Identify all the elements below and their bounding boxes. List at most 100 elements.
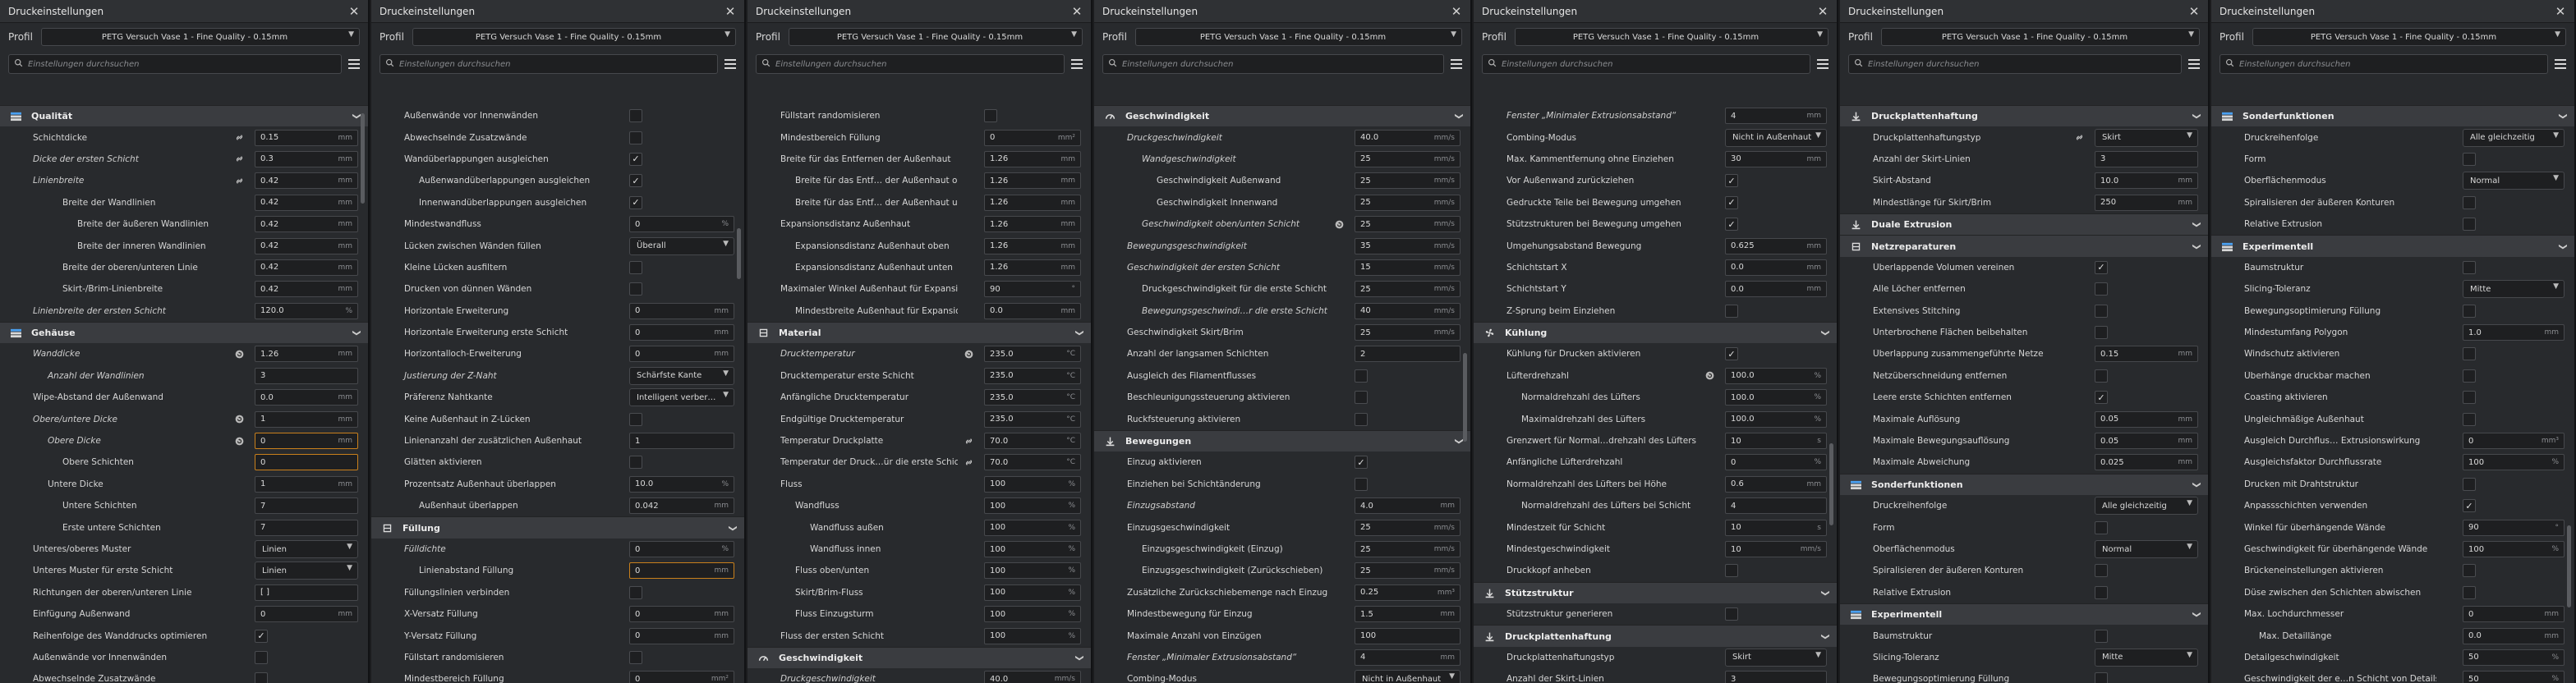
setting-value-field[interactable]: 0 mm bbox=[629, 606, 734, 623]
category-header[interactable]: Sonderfunktionen ❮ bbox=[2211, 105, 2574, 127]
setting-value-field[interactable]: 1.26 mm bbox=[984, 259, 1081, 276]
checkbox-unchecked[interactable] bbox=[2095, 369, 2108, 383]
checkbox-unchecked[interactable] bbox=[2095, 282, 2108, 296]
setting-value-field[interactable]: 100% bbox=[2463, 541, 2564, 557]
checkbox-unchecked[interactable] bbox=[2463, 218, 2476, 231]
setting-value-field[interactable]: 100 bbox=[1355, 627, 1460, 644]
category-header[interactable]: Stützstruktur ❮ bbox=[1474, 581, 1837, 603]
setting-value-field[interactable]: 25 mm/s bbox=[1355, 281, 1460, 298]
checkbox-unchecked[interactable] bbox=[2095, 672, 2108, 683]
profile-dropdown[interactable]: PETG Versuch Vase 1 - Fine Quality - 0.1… bbox=[1514, 28, 1828, 46]
setting-value-field[interactable]: 0.42 mm bbox=[255, 216, 358, 233]
category-header[interactable]: Druckplattenhaftung ❮ bbox=[1840, 105, 2208, 127]
checkbox-unchecked[interactable] bbox=[629, 412, 642, 426]
setting-value-field[interactable]: 10 s bbox=[1725, 433, 1827, 450]
setting-value-field[interactable]: 0 mm³ bbox=[2463, 433, 2564, 450]
setting-value-field[interactable]: 100.0% bbox=[1725, 410, 1827, 428]
setting-value-field[interactable]: 25 mm/s bbox=[1355, 194, 1460, 211]
setting-value-field[interactable]: 7 bbox=[255, 519, 358, 536]
scrollbar-thumb[interactable] bbox=[1463, 353, 1467, 442]
setting-value-field[interactable]: 90 ° bbox=[2463, 519, 2564, 536]
setting-value-field[interactable]: 90 ° bbox=[984, 281, 1081, 298]
close-icon[interactable]: ✕ bbox=[2555, 4, 2566, 19]
checkbox-unchecked[interactable] bbox=[2463, 347, 2476, 361]
checkbox-unchecked[interactable] bbox=[1725, 607, 1738, 621]
checkbox-unchecked[interactable] bbox=[1355, 391, 1368, 405]
setting-value-field[interactable]: 25 mm/s bbox=[1355, 216, 1460, 233]
settings-search-input[interactable]: Einstellungen durchsuchen bbox=[2220, 54, 2548, 74]
setting-value-field[interactable]: 1 mm bbox=[255, 475, 358, 493]
setting-value-field[interactable]: 0 mm² bbox=[984, 129, 1081, 146]
checkbox-checked[interactable]: ✓ bbox=[1725, 174, 1738, 188]
setting-value-field[interactable]: 100% bbox=[984, 519, 1081, 536]
category-header[interactable]: Druckplattenhaftung ❮ bbox=[1474, 625, 1837, 647]
scrollbar-thumb[interactable] bbox=[2567, 525, 2571, 607]
setting-value-field[interactable]: 100.0% bbox=[1725, 367, 1827, 384]
checkbox-unchecked[interactable] bbox=[2095, 304, 2108, 318]
setting-value-field[interactable]: 0% bbox=[1725, 454, 1827, 471]
setting-value-field[interactable]: 0.0 mm bbox=[1725, 281, 1827, 298]
category-header[interactable]: Gehäuse ❮ bbox=[0, 321, 368, 344]
setting-value-field[interactable]: 100.0% bbox=[1725, 389, 1827, 406]
setting-value-field[interactable]: 0 mm bbox=[255, 433, 358, 450]
scrollbar-thumb[interactable] bbox=[361, 113, 365, 204]
setting-value-field[interactable]: 100% bbox=[984, 584, 1081, 601]
category-header[interactable]: Netzreparaturen ❮ bbox=[1840, 235, 2208, 257]
setting-value-field[interactable]: 250 mm bbox=[2095, 194, 2198, 211]
setting-value-field[interactable]: [ ] bbox=[255, 584, 358, 601]
setting-value-field[interactable]: 25 mm/s bbox=[1355, 172, 1460, 190]
close-icon[interactable]: ✕ bbox=[724, 4, 736, 19]
setting-value-field[interactable]: 1.26 mm bbox=[984, 150, 1081, 167]
checkbox-unchecked[interactable] bbox=[629, 282, 642, 296]
setting-dropdown[interactable]: Linien ▼ bbox=[255, 562, 358, 580]
profile-dropdown[interactable]: PETG Versuch Vase 1 - Fine Quality - 0.1… bbox=[1880, 28, 2200, 46]
setting-value-field[interactable]: 100% bbox=[984, 562, 1081, 580]
setting-value-field[interactable]: 100% bbox=[984, 475, 1081, 493]
checkbox-unchecked[interactable] bbox=[1355, 369, 1368, 383]
checkbox-unchecked[interactable] bbox=[984, 109, 997, 123]
setting-value-field[interactable]: 100% bbox=[984, 497, 1081, 515]
checkbox-unchecked[interactable] bbox=[629, 650, 642, 664]
setting-value-field[interactable]: 1.26 mm bbox=[984, 172, 1081, 190]
setting-value-field[interactable]: 0.025 mm bbox=[2095, 454, 2198, 471]
setting-value-field[interactable]: 0.0 mm bbox=[2463, 627, 2564, 644]
setting-value-field[interactable]: 1.5 mm bbox=[1355, 606, 1460, 623]
checkbox-unchecked[interactable] bbox=[2095, 629, 2108, 643]
category-header[interactable]: Füllung ❮ bbox=[371, 516, 744, 539]
reset-icon[interactable] bbox=[1333, 218, 1345, 230]
checkbox-unchecked[interactable] bbox=[1355, 412, 1368, 426]
category-header[interactable]: Experimentell ❮ bbox=[2211, 235, 2574, 257]
category-header[interactable]: Sonderfunktionen ❮ bbox=[1840, 473, 2208, 496]
setting-value-field[interactable]: 70.0 °C bbox=[984, 433, 1081, 450]
setting-value-field[interactable]: 10.0% bbox=[629, 475, 734, 493]
setting-value-field[interactable]: 1 mm bbox=[255, 410, 358, 428]
hamburger-menu-icon[interactable] bbox=[724, 59, 736, 69]
hamburger-menu-icon[interactable] bbox=[1451, 59, 1462, 69]
setting-value-field[interactable]: 4 bbox=[1725, 497, 1827, 515]
profile-dropdown[interactable]: PETG Versuch Vase 1 - Fine Quality - 0.1… bbox=[2252, 28, 2566, 46]
profile-dropdown[interactable]: PETG Versuch Vase 1 - Fine Quality - 0.1… bbox=[412, 28, 736, 46]
setting-value-field[interactable]: 0 mm bbox=[629, 346, 734, 363]
setting-value-field[interactable]: 3 bbox=[1725, 671, 1827, 683]
setting-value-field[interactable]: 3 bbox=[255, 367, 358, 384]
checkbox-unchecked[interactable] bbox=[255, 672, 268, 683]
setting-value-field[interactable]: 100% bbox=[984, 627, 1081, 644]
close-icon[interactable]: ✕ bbox=[1817, 4, 1828, 19]
setting-value-field[interactable]: 1.26 mm bbox=[984, 216, 1081, 233]
setting-value-field[interactable]: 0 mm bbox=[629, 627, 734, 644]
setting-dropdown[interactable]: Normal ▼ bbox=[2463, 172, 2564, 190]
setting-value-field[interactable]: 0.42 mm bbox=[255, 172, 358, 190]
checkbox-unchecked[interactable] bbox=[2463, 195, 2476, 209]
setting-value-field[interactable]: 100% bbox=[2463, 454, 2564, 471]
setting-value-field[interactable]: 100% bbox=[984, 541, 1081, 557]
checkbox-unchecked[interactable] bbox=[2463, 477, 2476, 491]
setting-dropdown[interactable]: Linien ▼ bbox=[255, 540, 358, 558]
setting-value-field[interactable]: 10 mm/s bbox=[1725, 541, 1827, 557]
setting-value-field[interactable]: 4.0 mm bbox=[1355, 497, 1460, 515]
setting-value-field[interactable]: 35 mm/s bbox=[1355, 237, 1460, 254]
setting-value-field[interactable]: 235.0 °C bbox=[984, 410, 1081, 428]
category-header[interactable]: Material ❮ bbox=[748, 321, 1091, 344]
scrollbar-thumb[interactable] bbox=[737, 228, 741, 279]
setting-value-field[interactable]: 0.05 mm bbox=[2095, 433, 2198, 450]
settings-search-input[interactable]: Einstellungen durchsuchen bbox=[1102, 54, 1444, 74]
